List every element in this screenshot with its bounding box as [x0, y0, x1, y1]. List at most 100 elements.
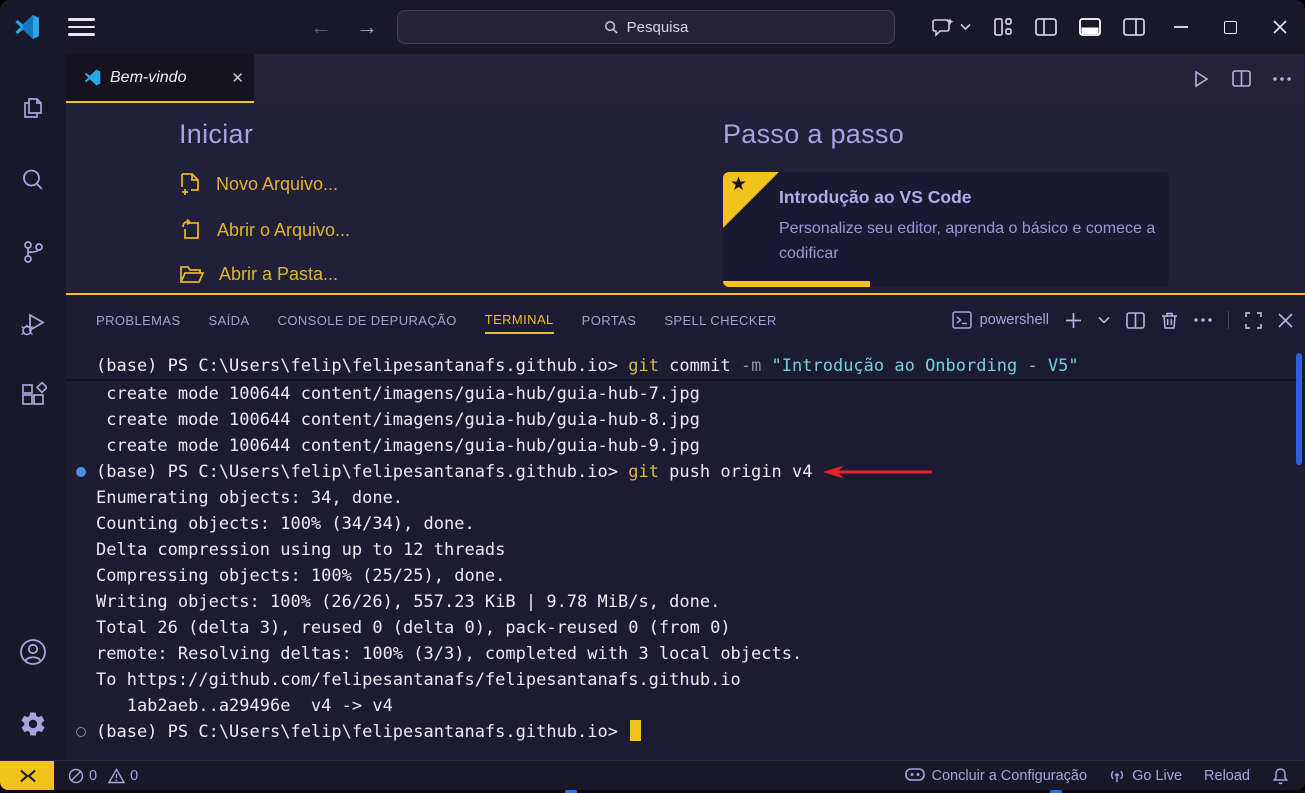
- terminal-line: Compressing objects: 100% (25/25), done.: [96, 563, 1305, 589]
- finish-setup-button[interactable]: Concluir a Configuração: [905, 768, 1088, 784]
- link-label: Abrir o Arquivo...: [217, 220, 350, 241]
- search-input[interactable]: Pesquisa: [397, 10, 895, 44]
- source-control-icon[interactable]: [0, 216, 66, 288]
- notifications-bell-icon[interactable]: [1272, 767, 1289, 785]
- terminal-text: push origin v4: [659, 462, 813, 482]
- terminal-line: Enumerating objects: 34, done.: [96, 485, 1305, 511]
- copilot-icon[interactable]: [921, 0, 982, 54]
- settings-gear-icon[interactable]: [0, 688, 66, 760]
- new-file-icon: [179, 172, 202, 197]
- go-live-label: Go Live: [1132, 768, 1182, 784]
- panel-right-icon[interactable]: [1112, 0, 1156, 54]
- terminal-text: 1ab2aeb..a29496e v4 -> v4: [96, 696, 393, 716]
- terminal-line: create mode 100644 content/imagens/guia-…: [96, 407, 1305, 433]
- divider: [1228, 311, 1229, 329]
- error-count: 0: [89, 768, 97, 784]
- reload-label: Reload: [1204, 768, 1250, 784]
- close-button[interactable]: [1255, 0, 1305, 54]
- terminal-text: Enumerating objects: 34, done.: [96, 488, 403, 508]
- search-placeholder: Pesquisa: [627, 19, 689, 36]
- explorer-icon[interactable]: [0, 72, 66, 144]
- panel-tab-portas[interactable]: PORTAS: [582, 307, 637, 333]
- terminal-output[interactable]: (base) PS C:\Users\felip\felipesantanafs…: [66, 345, 1305, 760]
- panel-tab-problemas[interactable]: PROBLEMAS: [96, 307, 181, 333]
- link-open-file[interactable]: Abrir o Arquivo...: [179, 218, 350, 242]
- extensions-icon[interactable]: [0, 360, 66, 432]
- launch-profile-chevron-icon[interactable]: [1098, 316, 1110, 324]
- terminal-line: Writing objects: 100% (26/26), 557.23 Ki…: [96, 589, 1305, 615]
- open-folder-icon: [179, 263, 205, 285]
- minimize-button[interactable]: [1156, 0, 1206, 54]
- terminal-lines: (base) PS C:\Users\felip\felipesantanafs…: [96, 353, 1305, 745]
- terminal-text: Total 26 (delta 3), reused 0 (delta 0), …: [96, 618, 731, 638]
- maximize-button[interactable]: [1206, 0, 1255, 54]
- split-terminal-icon[interactable]: [1126, 312, 1145, 329]
- terminal-line: remote: Resolving deltas: 100% (3/3), co…: [96, 641, 1305, 667]
- walkthrough-heading: Passo a passo: [723, 119, 1169, 150]
- menu-icon[interactable]: [68, 18, 95, 36]
- walkthrough-star-icon: ★: [730, 173, 747, 196]
- kill-terminal-trash-icon[interactable]: [1161, 311, 1178, 329]
- terminal-line: create mode 100644 content/imagens/guia-…: [96, 433, 1305, 459]
- link-new-file[interactable]: Novo Arquivo...: [179, 172, 350, 197]
- maximize-panel-icon[interactable]: [1245, 312, 1262, 329]
- remote-icon: [17, 768, 37, 784]
- more-actions-icon[interactable]: [1273, 77, 1291, 81]
- terminal-line: (base) PS C:\Users\felip\felipesantanafs…: [96, 719, 1305, 745]
- search-side-icon[interactable]: [0, 144, 66, 216]
- problems-status[interactable]: 0 0: [68, 768, 138, 784]
- terminal-cursor: [630, 720, 641, 741]
- terminal-text: commit: [659, 356, 741, 376]
- terminal-line: Delta compression using up to 12 threads: [96, 537, 1305, 563]
- broadcast-icon: [1109, 768, 1125, 784]
- card-description: Personalize seu editor, aprenda o básico…: [779, 217, 1169, 267]
- new-terminal-icon[interactable]: [1065, 312, 1082, 329]
- remote-indicator[interactable]: [0, 761, 54, 790]
- terminal-text: (base) PS C:\Users\felip\felipesantanafs…: [96, 462, 628, 482]
- terminal-text: "Introdução ao Onbording - V5": [772, 356, 1079, 376]
- panel-left-icon[interactable]: [1024, 0, 1068, 54]
- tab-label: Bem-vindo: [110, 69, 222, 87]
- link-label: Novo Arquivo...: [216, 174, 338, 195]
- panel-bottom-icon[interactable]: [1068, 0, 1112, 54]
- terminal-line: Counting objects: 100% (34/34), done.: [96, 511, 1305, 537]
- panel-tab-terminal[interactable]: TERMINAL: [485, 306, 554, 334]
- link-label: Abrir a Pasta...: [219, 264, 338, 285]
- panel-tab-saida[interactable]: SAÍDA: [209, 307, 250, 333]
- editor-tab-bar: Bem-vindo ✕: [66, 54, 1305, 103]
- go-live-button[interactable]: Go Live: [1109, 768, 1182, 784]
- panel-tab-spell-checker[interactable]: SPELL CHECKER: [664, 307, 776, 333]
- close-panel-icon[interactable]: [1278, 313, 1293, 328]
- reload-button[interactable]: Reload: [1204, 768, 1250, 784]
- run-debug-icon[interactable]: [0, 288, 66, 360]
- terminal-text: remote: Resolving deltas: 100% (3/3), co…: [96, 644, 802, 664]
- vscode-window: ← → Pesquisa: [0, 0, 1305, 790]
- terminal-text: Delta compression using up to 12 threads: [96, 540, 505, 560]
- account-icon[interactable]: [0, 616, 66, 688]
- copilot-status-icon: [905, 768, 925, 783]
- layout-grid-icon[interactable]: [982, 0, 1024, 54]
- terminal-text: To https://github.com/felipesantanafs/fe…: [96, 670, 741, 690]
- vscode-file-icon: [84, 69, 101, 86]
- panel-tab-console-depuracao[interactable]: CONSOLE DE DEPURAÇÃO: [278, 307, 457, 333]
- terminal-text: -m: [741, 356, 772, 376]
- back-arrow-icon[interactable]: ←: [310, 16, 332, 38]
- run-icon[interactable]: [1192, 70, 1210, 88]
- welcome-page: Iniciar Novo Arquivo...: [66, 103, 1305, 293]
- command-decoration-icon[interactable]: [76, 727, 86, 737]
- panel-more-icon[interactable]: [1194, 318, 1212, 322]
- command-decoration-icon[interactable]: [76, 467, 86, 477]
- link-open-folder[interactable]: Abrir a Pasta...: [179, 263, 350, 285]
- card-title: Introdução ao VS Code: [779, 187, 1149, 208]
- shell-selector[interactable]: powershell: [952, 311, 1049, 329]
- forward-arrow-icon[interactable]: →: [356, 16, 378, 38]
- tab-bem-vindo[interactable]: Bem-vindo ✕: [66, 54, 254, 103]
- split-editor-icon[interactable]: [1232, 70, 1251, 87]
- walkthrough-card[interactable]: ★ Introdução ao VS Code Personalize seu …: [723, 172, 1169, 287]
- terminal-text: (base) PS C:\Users\felip\felipesantanafs…: [96, 356, 628, 376]
- terminal-line: create mode 100644 content/imagens/guia-…: [96, 381, 1305, 407]
- terminal-text: (base) PS C:\Users\felip\felipesantanafs…: [96, 722, 628, 742]
- terminal-scrollbar[interactable]: [1296, 353, 1302, 465]
- finish-setup-label: Concluir a Configuração: [932, 768, 1088, 784]
- tab-close-icon[interactable]: ✕: [231, 69, 244, 87]
